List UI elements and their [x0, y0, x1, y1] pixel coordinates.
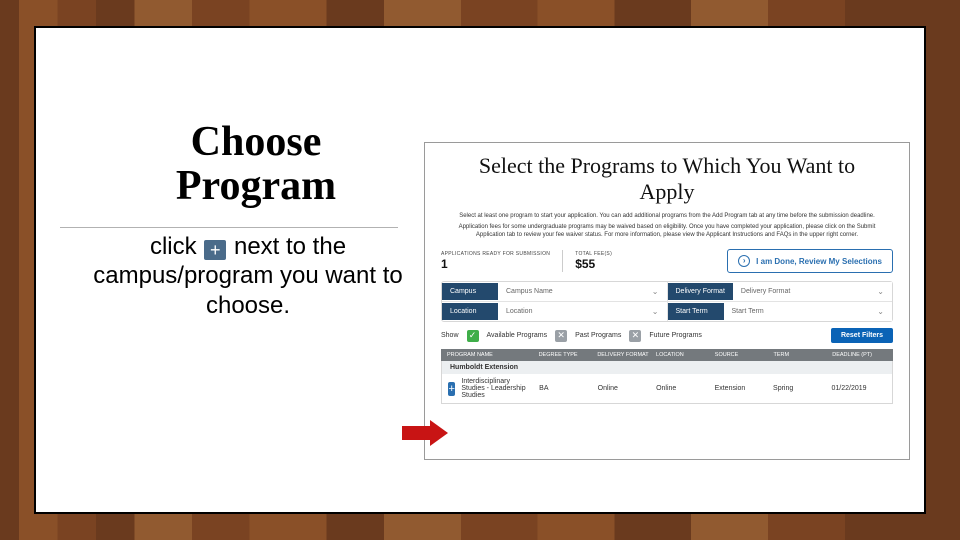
- show-row: Show ✓ Available Programs ✕ Past Program…: [441, 328, 893, 343]
- cell-location: Online: [656, 385, 710, 392]
- show-label: Show: [441, 332, 459, 339]
- filter-panel: Campus Campus Name ⌄ Delivery Format Del…: [441, 281, 893, 322]
- screenshot-paragraph-2: Application fees for some undergraduate …: [425, 223, 909, 239]
- stat-fees-value: $55: [575, 257, 612, 271]
- th-term: TERM: [774, 352, 829, 358]
- divider: [60, 227, 398, 228]
- th-program-name: PROGRAM NAME: [447, 352, 535, 358]
- callout-arrow-icon: [402, 420, 452, 446]
- cell-source: Extension: [715, 385, 769, 392]
- divider: [562, 250, 563, 272]
- filter-delivery-select[interactable]: Delivery Format ⌄: [733, 282, 892, 301]
- th-location: LOCATION: [656, 352, 711, 358]
- chevron-down-icon: ⌄: [652, 307, 659, 316]
- th-degree-type: DEGREE TYPE: [539, 352, 594, 358]
- th-source: SOURCE: [715, 352, 770, 358]
- filter-location-value: Location: [506, 308, 532, 315]
- done-review-button[interactable]: › I am Done, Review My Selections: [727, 249, 893, 273]
- show-future: Future Programs: [649, 332, 702, 339]
- show-past: Past Programs: [575, 332, 621, 339]
- slide-title: Choose Program: [116, 120, 396, 208]
- done-review-label: I am Done, Review My Selections: [756, 257, 882, 266]
- screenshot-heading: Select the Programs to Which You Want to…: [425, 143, 909, 212]
- slide-subtitle: click + next to the campus/program you w…: [88, 232, 408, 320]
- stat-fees: TOTAL FEE(S) $55: [575, 251, 612, 271]
- th-delivery-format: DELIVERY FORMAT: [597, 352, 652, 358]
- filter-startterm-select[interactable]: Start Term ⌄: [724, 302, 893, 321]
- th-deadline: DEADLINE (PT): [832, 352, 887, 358]
- table-row: + Interdisciplinary Studies - Leadership…: [441, 374, 893, 404]
- cell-degree: BA: [539, 385, 593, 392]
- screenshot-paragraph-1: Select at least one program to start you…: [425, 212, 909, 220]
- filter-startterm-label: Start Term: [668, 303, 724, 320]
- subtitle-post: next to the campus/program you want to c…: [93, 233, 402, 319]
- filter-location-label: Location: [442, 303, 498, 320]
- filter-delivery-label: Delivery Format: [668, 283, 733, 300]
- checkbox-past[interactable]: ✕: [555, 330, 567, 342]
- reset-filters-button[interactable]: Reset Filters: [831, 328, 893, 343]
- slide-card: Choose Program click + next to the campu…: [34, 26, 926, 514]
- filter-campus-select[interactable]: Campus Name ⌄: [498, 282, 667, 301]
- add-program-button[interactable]: +: [448, 382, 455, 396]
- filter-location-select[interactable]: Location ⌄: [498, 302, 667, 321]
- show-available: Available Programs: [487, 332, 548, 339]
- filter-delivery-value: Delivery Format: [741, 288, 790, 295]
- cell-term: Spring: [773, 385, 827, 392]
- chevron-down-icon: ⌄: [877, 307, 884, 316]
- cell-deadline: 01/22/2019: [832, 385, 886, 392]
- subtitle-pre: click: [150, 233, 203, 260]
- arrow-circle-icon: ›: [738, 255, 750, 267]
- chevron-down-icon: ⌄: [877, 287, 884, 296]
- table-section: Humboldt Extension: [441, 361, 893, 374]
- stat-applications-value: 1: [441, 257, 550, 271]
- slide-stage: Choose Program click + next to the campu…: [0, 0, 960, 540]
- cell-format: Online: [598, 385, 652, 392]
- plus-icon: +: [204, 240, 226, 260]
- chevron-down-icon: ⌄: [652, 287, 659, 296]
- filter-campus-label: Campus: [442, 283, 498, 300]
- filter-startterm-value: Start Term: [732, 308, 764, 315]
- filter-campus-value: Campus Name: [506, 288, 553, 295]
- cell-program-name: Interdisciplinary Studies - Leadership S…: [461, 378, 535, 399]
- checkbox-future[interactable]: ✕: [629, 330, 641, 342]
- table-header: PROGRAM NAME DEGREE TYPE DELIVERY FORMAT…: [441, 349, 893, 361]
- checkbox-available[interactable]: ✓: [467, 330, 479, 342]
- stat-applications: APPLICATIONS READY FOR SUBMISSION 1: [441, 251, 550, 271]
- embedded-screenshot: Select the Programs to Which You Want to…: [424, 142, 910, 460]
- summary-row: APPLICATIONS READY FOR SUBMISSION 1 TOTA…: [441, 249, 893, 273]
